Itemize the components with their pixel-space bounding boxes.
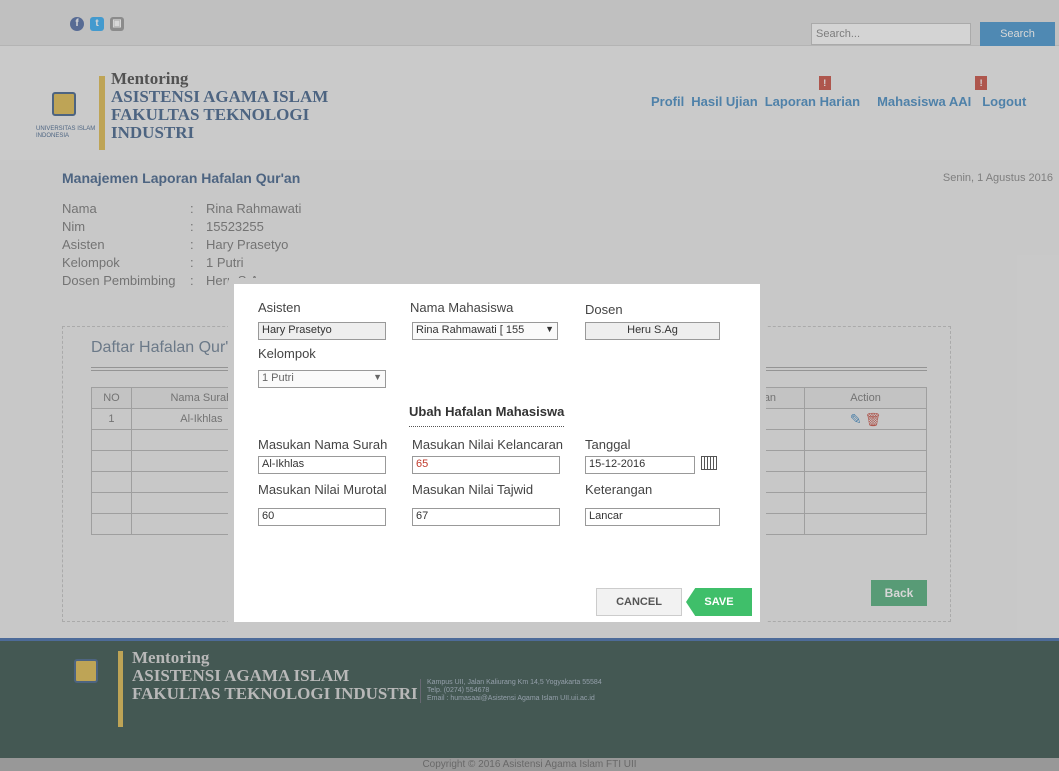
kelancaran-label: Masukan Nilai Kelancaran [412,437,564,452]
chevron-down-icon: ▼ [545,324,554,334]
nama-mahasiswa-select[interactable]: Rina Rahmawati [ 155 ▼ [412,322,558,340]
surah-input[interactable]: Al-Ikhlas [258,456,386,474]
murotal-input[interactable]: 60 [258,508,386,526]
cancel-button[interactable]: CANCEL [596,588,682,616]
murotal-label: Masukan Nilai Murotal [258,482,387,497]
dosen-field: Heru S.Ag [585,322,720,340]
tanggal-input[interactable]: 15-12-2016 [585,456,695,474]
kelompok-value: 1 Putri [262,372,294,384]
nama-mahasiswa-label: Nama Mahasiswa [410,300,514,315]
nama-mahasiswa-value: Rina Rahmawati [ 155 [416,324,525,336]
keterangan-label: Keterangan [585,482,653,497]
kelompok-select[interactable]: 1 Putri ▼ [258,370,386,388]
edit-hafalan-modal: Asisten Hary Prasetyo Nama Mahasiswa Rin… [228,278,766,628]
asisten-field: Hary Prasetyo [258,322,386,340]
tanggal-label: Tanggal [585,437,631,452]
save-button[interactable]: SAVE [686,588,752,616]
chevron-down-icon: ▼ [373,372,382,382]
dosen-label: Dosen [585,302,623,317]
kelancaran-input[interactable]: 65 [412,456,560,474]
asisten-label: Asisten [258,300,301,315]
section-title: Ubah Hafalan Mahasiswa [409,404,565,427]
tajwid-input[interactable]: 67 [412,508,560,526]
tajwid-label: Masukan Nilai Tajwid [412,482,534,497]
calendar-icon[interactable] [701,456,717,470]
keterangan-input[interactable]: Lancar [585,508,720,526]
surah-label: Masukan Nama Surah [258,437,388,452]
kelompok-label: Kelompok [258,346,316,361]
